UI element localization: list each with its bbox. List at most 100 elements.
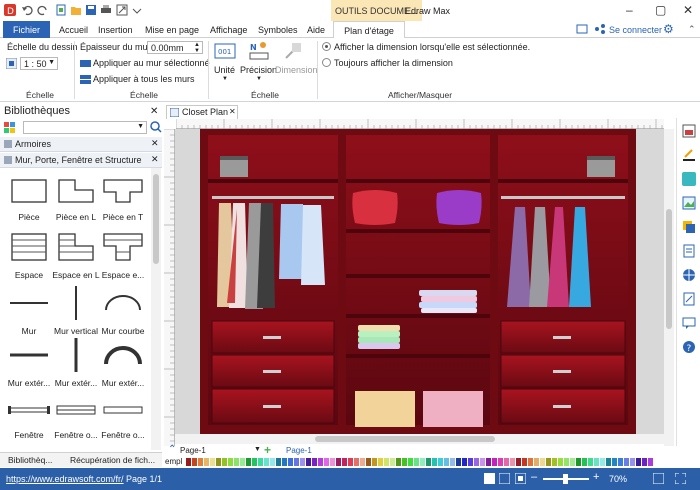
scrollbar-thumb[interactable]	[315, 436, 495, 442]
library-search-input[interactable]: ▼	[23, 121, 147, 134]
radio-show-when-selected[interactable]	[322, 42, 331, 51]
format-painter-icon[interactable]	[682, 124, 696, 138]
wall-thickness-input[interactable]: 0.00mm ▲ ▼	[147, 41, 203, 54]
canvas-horizontal-scrollbar[interactable]	[175, 434, 664, 444]
unit-icon[interactable]: 001	[214, 42, 236, 62]
grid-view-icon[interactable]	[498, 472, 511, 486]
shape-mur-courbe[interactable]: Mur courbe	[98, 286, 148, 336]
sign-in-link[interactable]: Se connecter	[609, 25, 662, 35]
image-icon[interactable]	[682, 196, 696, 210]
fullscreen-icon[interactable]	[674, 472, 687, 486]
zoom-in-button[interactable]: +	[593, 471, 599, 483]
zoom-out-button[interactable]: –	[531, 471, 537, 483]
radio-always-show[interactable]	[322, 58, 331, 67]
tab-mise-en-page[interactable]: Mise en page	[145, 21, 199, 38]
document-tab[interactable]: Closet Plan ✕	[166, 105, 238, 119]
apply-all-walls-button[interactable]: Appliquer à tous les murs	[93, 74, 195, 84]
export-icon[interactable]	[116, 4, 128, 16]
shape-espace[interactable]: Espace	[4, 232, 54, 280]
dimension-button[interactable]: Dimension	[275, 65, 318, 75]
tab-aide[interactable]: Aide	[307, 21, 325, 38]
library-category-mur-porte[interactable]: Mur, Porte, Fenêtre et Structure ✕	[0, 153, 162, 168]
page-tab[interactable]: Page-1	[286, 446, 312, 455]
tab-symboles[interactable]: Symboles	[258, 21, 298, 38]
layers-icon[interactable]	[682, 220, 696, 234]
add-page-icon[interactable]: +	[264, 443, 271, 457]
close-button[interactable]: ✕	[683, 3, 693, 17]
tab-fichier[interactable]: Fichier	[3, 21, 50, 38]
shape-mur-exterieur-1[interactable]: Mur extér...	[4, 338, 54, 388]
collapse-ribbon-icon[interactable]: ⌃	[688, 24, 696, 35]
open-icon[interactable]	[70, 4, 82, 16]
library-grid-icon[interactable]	[4, 122, 17, 136]
closet-plan-drawing[interactable]	[175, 129, 664, 434]
save-icon[interactable]	[85, 4, 97, 16]
globe-icon[interactable]	[682, 268, 696, 282]
library-category-armoires[interactable]: Armoires ✕	[0, 137, 162, 152]
shape-espace-t[interactable]: Espace e...	[98, 232, 148, 280]
comment-icon[interactable]	[682, 316, 696, 330]
tab-libraries[interactable]: Bibliothèq...	[8, 455, 52, 465]
fit-view-icon[interactable]	[514, 472, 527, 486]
edit-icon[interactable]	[682, 292, 696, 306]
library-scrollbar[interactable]	[151, 168, 161, 450]
shape-espace-en-l[interactable]: Espace en L	[51, 232, 101, 280]
undo-icon[interactable]	[21, 4, 33, 16]
fill-icon[interactable]	[682, 172, 696, 186]
page-navigation-up-icon[interactable]: ⌃	[168, 444, 176, 455]
normal-view-icon[interactable]	[484, 473, 495, 486]
tab-file-recovery[interactable]: Récupération de fich...	[70, 455, 155, 465]
scale-select[interactable]: 1 : 50 ▼	[20, 57, 58, 70]
new-icon[interactable]	[55, 4, 67, 16]
zoom-slider-handle[interactable]	[563, 474, 568, 484]
shape-piece[interactable]: Pièce	[4, 178, 54, 222]
dimension-icon[interactable]	[283, 41, 303, 63]
line-style-icon[interactable]	[682, 148, 696, 162]
page-icon[interactable]	[682, 244, 696, 258]
customize-qa-icon[interactable]	[132, 4, 144, 16]
shape-piece-en-t[interactable]: Pièce en T	[98, 178, 148, 222]
shape-mur-vertical[interactable]: Mur vertical	[51, 286, 101, 336]
close-category-icon[interactable]: ✕	[151, 138, 159, 149]
settings-icon[interactable]: ⚙	[663, 22, 674, 36]
print-icon[interactable]	[100, 4, 112, 16]
help-icon[interactable]: ?	[682, 340, 696, 354]
shape-mur[interactable]: Mur	[4, 286, 54, 336]
close-library-icon[interactable]: ✕	[150, 106, 158, 117]
chevron-down-icon[interactable]: ▼	[254, 446, 261, 453]
spinner-icon[interactable]: ▲ ▼	[194, 42, 200, 54]
tab-insertion[interactable]: Insertion	[98, 21, 133, 38]
share-icon[interactable]	[594, 23, 606, 37]
shape-fenetre-o-2[interactable]: Fenêtre o...	[98, 400, 148, 440]
scrollbar-thumb[interactable]	[153, 174, 159, 264]
unit-button[interactable]: Unité	[214, 65, 235, 75]
redo-icon[interactable]	[37, 4, 49, 16]
palette-swatches[interactable]	[186, 457, 656, 467]
present-icon[interactable]	[576, 23, 588, 37]
shape-mur-exterieur-3[interactable]: Mur extér...	[98, 338, 148, 388]
maximize-button[interactable]: ▢	[655, 3, 666, 17]
precision-button[interactable]: Précision	[240, 65, 277, 75]
drawing-canvas[interactable]	[175, 129, 664, 434]
apply-selected-wall-button[interactable]: Appliquer au mur sélectionné	[93, 58, 210, 68]
color-palette[interactable]: empl	[164, 457, 700, 467]
website-link[interactable]: https://www.edrawsoft.com/fr/	[6, 474, 124, 484]
search-icon[interactable]	[150, 121, 162, 135]
close-document-icon[interactable]: ✕	[229, 107, 236, 116]
precision-icon[interactable]: N	[248, 41, 270, 63]
shape-piece-en-l[interactable]: Pièce en L	[51, 178, 101, 222]
page-dropdown[interactable]: Page-1	[180, 446, 206, 455]
tab-plan-etage[interactable]: Plan d'étage	[333, 21, 405, 38]
shape-mur-exterieur-2[interactable]: Mur extér...	[51, 338, 101, 388]
zoom-slider[interactable]	[543, 474, 589, 484]
canvas-vertical-scrollbar[interactable]	[664, 129, 674, 447]
scrollbar-thumb[interactable]	[666, 209, 672, 329]
close-category-icon[interactable]: ✕	[151, 154, 159, 165]
minimize-button[interactable]: –	[626, 3, 633, 17]
tab-accueil[interactable]: Accueil	[59, 21, 88, 38]
unit-dropdown-icon[interactable]: ▼	[222, 76, 228, 82]
precision-dropdown-icon[interactable]: ▼	[256, 76, 262, 82]
shape-fenetre[interactable]: Fenêtre	[4, 400, 54, 440]
tab-affichage[interactable]: Affichage	[210, 21, 247, 38]
shape-fenetre-o-1[interactable]: Fenêtre o...	[51, 400, 101, 440]
